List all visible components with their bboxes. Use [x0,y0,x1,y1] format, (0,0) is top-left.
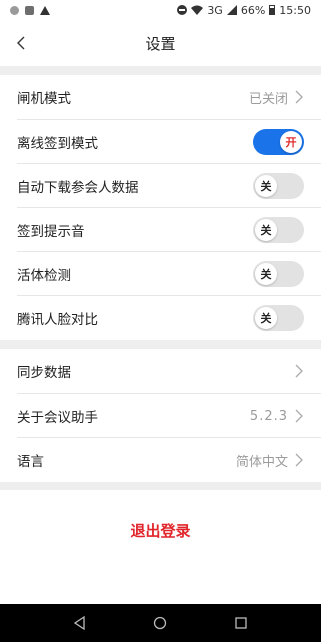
chevron-right-icon [295,90,303,104]
language-value: 简体中文 [235,454,288,470]
version-value: 5.2.3 [249,408,288,424]
system-nav-bar [0,604,321,642]
section-divider [0,66,321,75]
setting-language[interactable]: 语言 简体中文 [0,438,321,482]
setting-label: 语言 [17,454,44,470]
toggle-knob: 关 [255,175,277,197]
clock: 15:50 [279,3,311,17]
notification-dot-icon [10,5,19,15]
setting-auto-download: 自动下载参会人数据 关 [0,164,321,208]
offline-checkin-toggle[interactable]: 开 [253,129,304,155]
setting-label: 自动下载参会人数据 [17,180,139,196]
setting-value: 已关闭 [248,91,288,107]
warning-icon [40,5,50,15]
status-bar: 3G 66% 15:50 [0,0,321,20]
image-notification-icon [25,5,34,15]
checkin-sound-toggle[interactable]: 关 [253,217,304,243]
nav-home-icon[interactable] [153,616,167,630]
setting-about[interactable]: 关于会议助手 5.2.3 [0,394,321,438]
setting-sync[interactable]: 同步数据 [0,349,321,393]
setting-label: 签到提示音 [17,224,85,240]
setting-tencent-face: 腾讯人脸对比 关 [0,296,321,340]
setting-label: 腾讯人脸对比 [17,312,98,328]
toggle-knob: 关 [255,307,277,329]
chevron-right-icon [295,409,303,423]
setting-checkin-sound: 签到提示音 关 [0,208,321,252]
battery-percent: 66% [240,3,266,17]
signal-icon [226,5,237,15]
nav-recents-icon[interactable] [234,616,248,630]
chevron-left-icon [17,36,25,50]
setting-liveness: 活体检测 关 [0,252,321,296]
tencent-face-toggle[interactable]: 关 [253,305,304,331]
back-button[interactable] [10,32,32,54]
setting-label: 闸机模式 [17,91,71,107]
logout-button[interactable]: 退出登录 [0,490,321,570]
setting-label: 同步数据 [17,365,71,381]
chevron-right-icon [295,364,303,378]
nav-back-icon[interactable] [73,616,87,630]
setting-gate-mode[interactable]: 闸机模式 已关闭 [0,75,321,119]
header: 设置 [0,20,321,66]
wifi-icon [191,5,204,15]
setting-offline-checkin: 离线签到模式 开 [0,120,321,164]
logout-label: 退出登录 [130,521,191,540]
auto-download-toggle[interactable]: 关 [253,173,304,199]
page-title: 设置 [145,34,176,53]
toggle-knob: 开 [280,131,302,153]
toggle-knob: 关 [255,219,277,241]
setting-label: 关于会议助手 [17,410,98,426]
chevron-right-icon [295,453,303,467]
do-not-disturb-icon [177,5,188,15]
battery-icon [269,5,276,15]
toggle-knob: 关 [255,263,277,285]
section-divider [0,340,321,349]
setting-label: 活体检测 [17,268,71,284]
network-type: 3G [207,3,223,17]
liveness-toggle[interactable]: 关 [253,261,304,287]
setting-label: 离线签到模式 [17,136,98,152]
